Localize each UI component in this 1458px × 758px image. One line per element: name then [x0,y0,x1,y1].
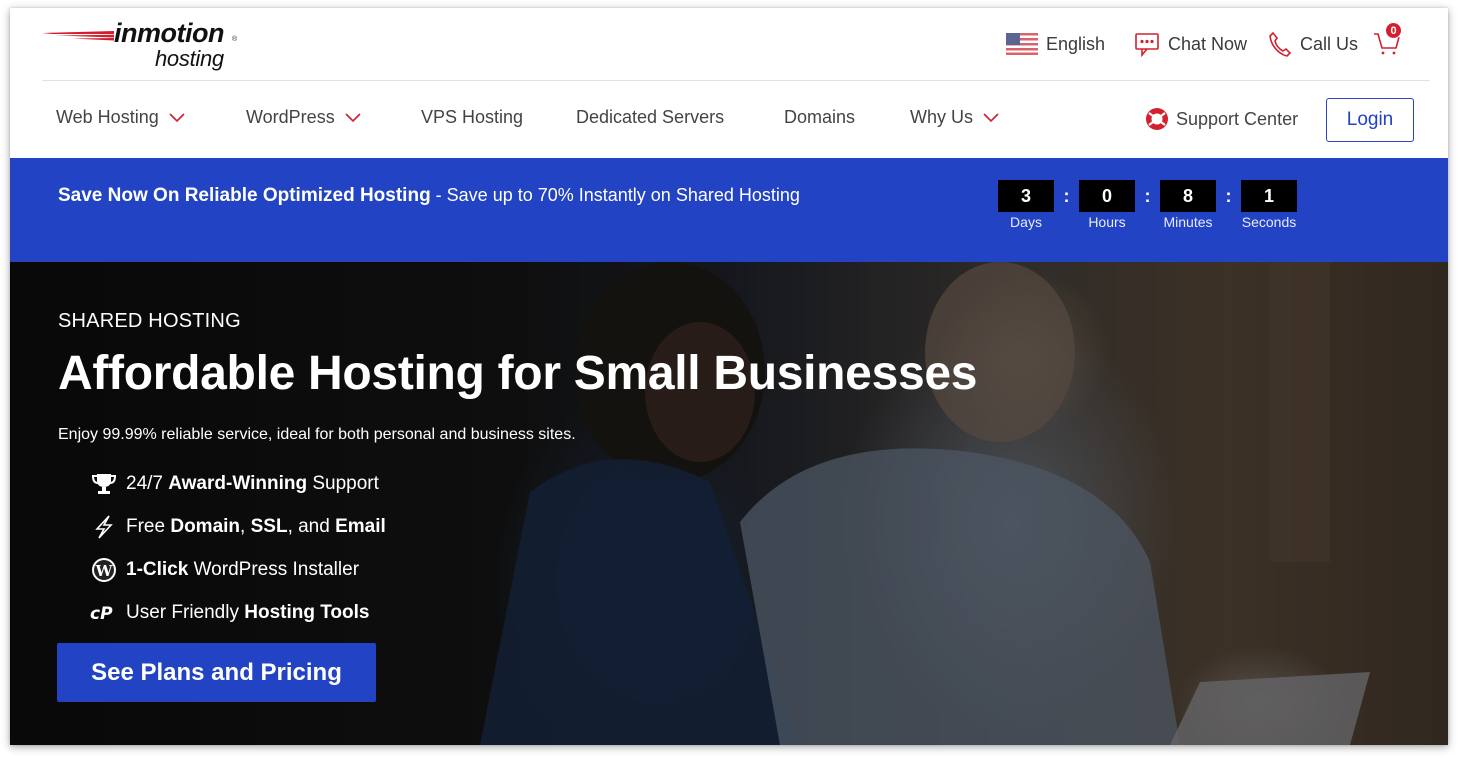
svg-text:W: W [95,562,114,580]
hero-title: Affordable Hosting for Small Businesses [58,347,978,400]
promo-banner: Save Now On Reliable Optimized Hosting -… [10,158,1448,262]
logo-streak-icon [42,31,114,41]
countdown-hours: 0 Hours [1079,180,1135,230]
chat-bubble-icon [1134,31,1160,57]
promo-detail: - Save up to 70% Instantly on Shared Hos… [430,185,800,205]
logo-wordmark: inmotion [114,18,224,48]
chevron-down-icon [345,112,361,123]
feature-item: Free Domain, SSL, and Email [90,505,386,548]
hero-subtitle: Enjoy 99.99% reliable service, ideal for… [58,426,576,443]
chevron-down-icon [169,112,185,123]
feature-text: User Friendly Hosting Tools [126,601,370,623]
nav-domains-label: Domains [784,107,856,127]
countdown-timer: 3 Days : 0 Hours : 8 Minutes : 1 Seconds [998,180,1297,230]
countdown-seconds: 1 Seconds [1241,180,1297,230]
logo-registered-mark: ® [232,36,238,43]
hero-section: SHARED HOSTING Affordable Hosting for Sm… [10,262,1448,745]
countdown-days: 3 Days [998,180,1054,230]
wordpress-icon: W [90,557,118,583]
countdown-days-label: Days [1010,214,1042,230]
countdown-separator: : [1063,186,1070,206]
chat-now-label: Chat Now [1168,33,1248,54]
logo-tagline: hosting [155,46,224,71]
feature-item: W 1-Click WordPress Installer [90,548,386,591]
trophy-icon [90,472,118,496]
cart-button[interactable]: 0 [1372,22,1404,55]
feature-text: Free Domain, SSL, and Email [126,515,386,537]
countdown-separator: : [1144,186,1151,206]
promo-headline: Save Now On Reliable Optimized Hosting [58,185,431,206]
feature-item: 24/7 Award-Winning Support [90,462,386,505]
lightning-icon [90,514,118,540]
header: inmotion ® hosting English Chat Now Call… [10,8,1448,81]
nav-vps-hosting-label: VPS Hosting [421,107,524,127]
countdown-minutes: 8 Minutes [1160,180,1216,230]
lifebuoy-icon [1144,106,1170,132]
countdown-separator: : [1225,186,1232,206]
see-plans-button[interactable]: See Plans and Pricing [57,643,376,702]
nav-dedicated-servers[interactable]: Dedicated Servers [576,107,724,128]
countdown-days-value: 3 [998,180,1054,212]
nav-web-hosting-label: Web Hosting [56,107,159,127]
countdown-minutes-value: 8 [1160,180,1216,212]
feature-text: 24/7 Award-Winning Support [126,472,379,494]
call-us-link[interactable]: Call Us [1268,30,1358,58]
promo-text: Save Now On Reliable Optimized Hosting -… [58,180,828,211]
language-label: English [1046,33,1106,54]
login-button[interactable]: Login [1326,98,1414,142]
svg-text:cP: cP [90,604,113,623]
phone-icon [1268,31,1292,57]
inmotion-logo[interactable]: inmotion ® hosting [40,16,240,76]
nav-why-us[interactable]: Why Us [910,107,999,128]
countdown-minutes-label: Minutes [1163,214,1213,230]
nav-dedicated-servers-label: Dedicated Servers [576,107,725,127]
feature-item: cP User Friendly Hosting Tools [90,591,386,634]
cpanel-icon: cP [90,603,118,623]
us-flag-icon [1006,33,1038,55]
nav-wordpress[interactable]: WordPress [246,107,361,128]
call-us-label: Call Us [1300,33,1359,54]
nav-domains[interactable]: Domains [784,107,855,128]
chat-now-link[interactable]: Chat Now [1134,30,1247,58]
hero-kicker: SHARED HOSTING [58,310,241,332]
feature-text: 1-Click WordPress Installer [126,558,360,580]
main-nav: Web Hosting WordPress VPS Hosting Dedica… [10,81,1448,158]
language-selector[interactable]: English [1006,30,1105,58]
support-center-link[interactable]: Support Center [1144,106,1298,132]
feature-list: 24/7 Award-Winning Support Free Domain, … [90,462,386,634]
countdown-seconds-label: Seconds [1241,214,1297,230]
countdown-hours-value: 0 [1079,180,1135,212]
cart-count-badge: 0 [1385,22,1402,39]
support-center-label: Support Center [1176,108,1299,129]
nav-wordpress-label: WordPress [246,107,335,127]
countdown-seconds-value: 1 [1241,180,1297,212]
nav-why-us-label: Why Us [910,107,973,127]
nav-web-hosting[interactable]: Web Hosting [56,107,185,128]
countdown-hours-label: Hours [1088,214,1126,230]
cart-icon: 0 [1372,22,1404,58]
browser-page: inmotion ® hosting English Chat Now Call… [10,8,1448,745]
nav-vps-hosting[interactable]: VPS Hosting [421,107,523,128]
chevron-down-icon [983,112,999,123]
